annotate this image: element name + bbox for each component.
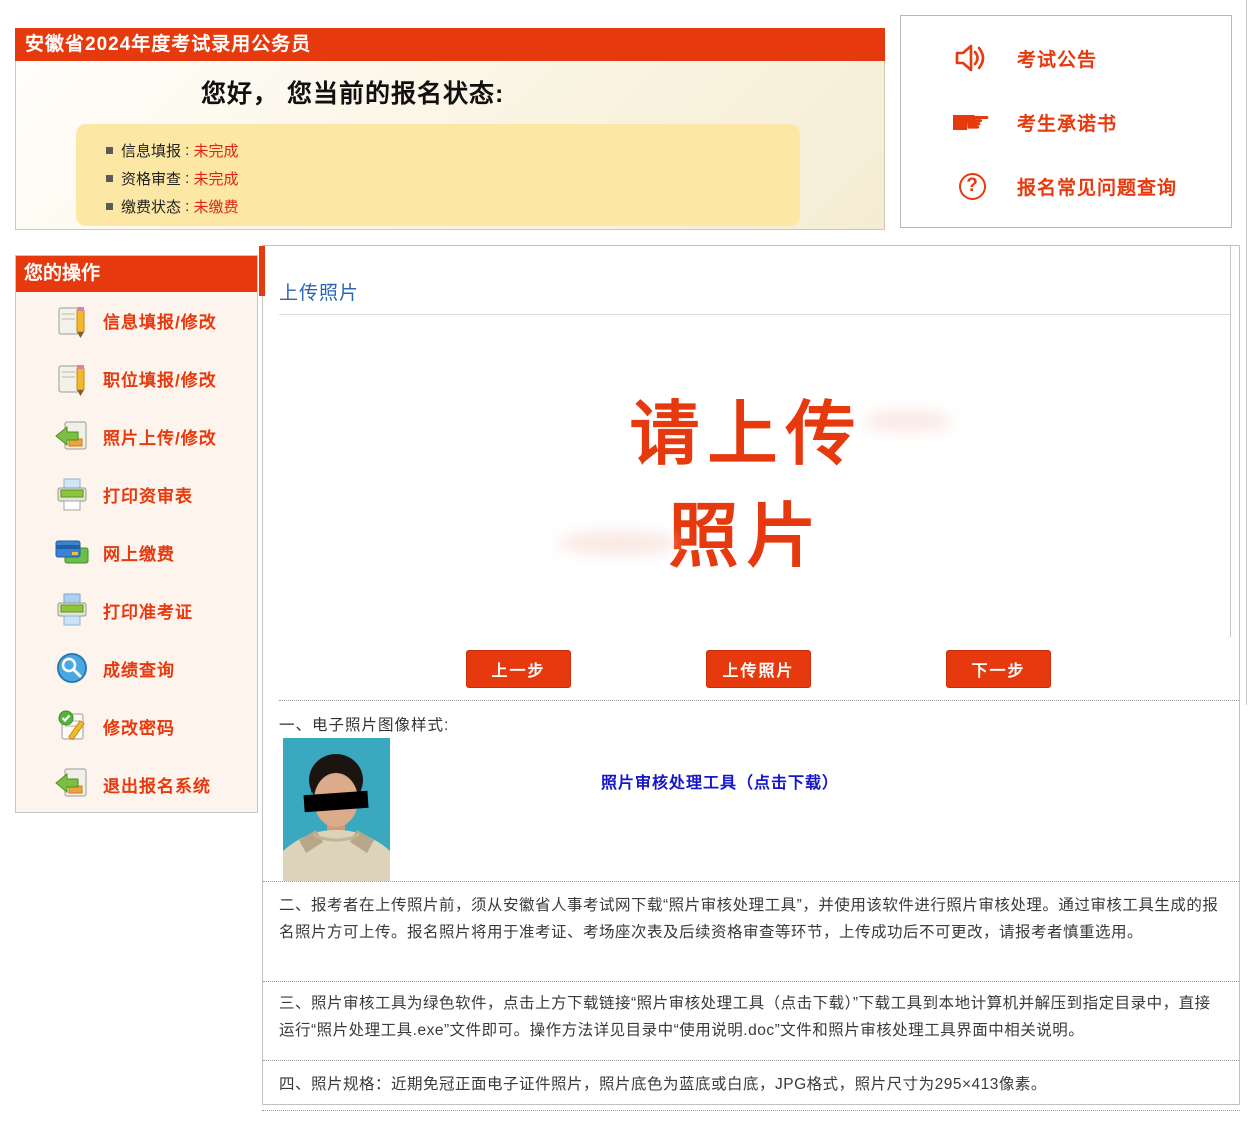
sidebar-item-print-review-form[interactable]: 打印资审表 (16, 466, 257, 524)
sidebar-item-label: 打印准考证 (103, 598, 193, 623)
upload-photo-main: 上传照片 请上传 照片 上一步 上传照片 下一步 一、电子照片图像样式: 照片 (262, 245, 1240, 1105)
instruction-paragraph-3: 三、照片审核工具为绿色软件，点击上方下载链接“照片审核处理工具（点击下载）”下载… (263, 982, 1239, 1061)
sidebar-item-print-admission-ticket[interactable]: 打印准考证 (16, 581, 257, 639)
photo-sample-section: 一、电子照片图像样式: 照片审核处理工具（点击下载） (263, 701, 1239, 882)
status-panel-body: 您好， 您当前的报名状态: 信息填报 : 未完成 资格审查 : 未完成 缴费状态… (15, 61, 885, 230)
quick-link-label: 考生承诺书 (1017, 109, 1117, 136)
page-right-edge (1246, 0, 1247, 705)
printer-icon (54, 592, 90, 628)
previous-step-button[interactable]: 上一步 (466, 650, 571, 688)
doc-arrow-icon (54, 419, 90, 455)
magnifier-icon (54, 650, 90, 686)
notepad-check-icon (54, 708, 90, 744)
sidebar-item-photo-upload[interactable]: 照片上传/修改 (16, 408, 257, 466)
sidebar-items: 信息填报/修改 职位填报/修改 照片上传/修改 (16, 292, 257, 813)
sidebar-item-label: 修改密码 (103, 714, 175, 739)
link-candidate-commitment[interactable]: ☛ 考生承诺书 (949, 108, 1231, 138)
status-separator: : (181, 142, 194, 159)
sidebar-item-label: 成绩查询 (103, 656, 175, 681)
link-exam-announcement[interactable]: 考试公告 (949, 43, 1231, 73)
photo-tool-download-link[interactable]: 照片审核处理工具（点击下载） (601, 769, 839, 793)
hand-glyph: ☛ (964, 108, 991, 138)
exam-title-bar: 安徽省2024年度考试录用公务员 (15, 28, 885, 61)
status-value: 未缴费 (194, 196, 239, 217)
jpeg-smudge (558, 530, 678, 556)
status-label: 信息填报 (121, 140, 181, 161)
sidebar-item-label: 打印资审表 (103, 482, 193, 507)
status-label: 资格审查 (121, 168, 181, 189)
status-row-payment: 缴费状态 : 未缴费 (106, 192, 800, 220)
bank-cards-icon (54, 535, 90, 571)
sidebar-header: 您的操作 (16, 256, 257, 292)
square-bullet-icon (106, 147, 113, 154)
status-separator: : (181, 170, 194, 187)
question-icon: ? (949, 173, 995, 200)
bottom-dotted-divider (262, 1110, 1240, 1111)
doc-arrow-icon (54, 766, 90, 802)
photo-placeholder-area: 请上传 照片 (263, 315, 1230, 637)
quick-links-panel: 考试公告 ☛ 考生承诺书 ? 报名常见问题查询 (900, 15, 1232, 228)
status-value: 未完成 (194, 140, 239, 161)
link-registration-faq[interactable]: ? 报名常见问题查询 (949, 173, 1231, 200)
status-value: 未完成 (194, 168, 239, 189)
sidebar-item-info-fill[interactable]: 信息填报/修改 (16, 292, 257, 350)
upload-photo-button[interactable]: 上传照片 (706, 650, 811, 688)
hand-pointer-icon: ☛ (949, 108, 995, 138)
speaker-icon (949, 43, 995, 73)
sidebar-item-label: 职位填报/修改 (103, 366, 217, 391)
status-label: 缴费状态 (121, 196, 181, 217)
sidebar-item-exit-system[interactable]: 退出报名系统 (16, 755, 257, 813)
sidebar-item-score-query[interactable]: 成绩查询 (16, 639, 257, 697)
sample-id-photo (283, 738, 390, 881)
status-row-qualification: 资格审查 : 未完成 (106, 164, 800, 192)
instruction-paragraph-4: 四、照片规格：近期免冠正面电子证件照片，照片底色为蓝底或白底，JPG格式，照片尺… (263, 1061, 1239, 1101)
quick-link-label: 考试公告 (1017, 45, 1097, 72)
status-separator: : (181, 198, 194, 215)
content-accent-bar (259, 246, 265, 296)
placeholder-text-line1: 请上传 (630, 383, 864, 485)
square-bullet-icon (106, 203, 113, 210)
upload-top-box: 上传照片 请上传 照片 (263, 246, 1231, 637)
printer-icon (54, 477, 90, 513)
page-title: 上传照片 (279, 283, 359, 304)
sidebar-item-label: 照片上传/修改 (103, 424, 217, 449)
placeholder-text-line2: 照片 (669, 485, 825, 587)
status-box: 信息填报 : 未完成 资格审查 : 未完成 缴费状态 : 未缴费 (76, 124, 800, 226)
instruction-paragraph-2: 二、报考者在上传照片前，须从安徽省人事考试网下载“照片审核处理工具”，并使用该软… (263, 882, 1239, 982)
operations-sidebar: 您的操作 信息填报/修改 职位填报/修改 (15, 255, 258, 813)
next-step-button[interactable]: 下一步 (946, 650, 1051, 688)
sidebar-item-label: 退出报名系统 (103, 772, 211, 797)
sidebar-item-online-payment[interactable]: 网上缴费 (16, 524, 257, 582)
square-bullet-icon (106, 175, 113, 182)
sidebar-item-label: 信息填报/修改 (103, 308, 217, 333)
status-row-info: 信息填报 : 未完成 (106, 136, 800, 164)
sidebar-item-change-password[interactable]: 修改密码 (16, 697, 257, 755)
section1-title: 一、电子照片图像样式: (279, 713, 1239, 735)
sidebar-item-label: 网上缴费 (103, 540, 175, 565)
doc-pencil-icon (54, 361, 90, 397)
wizard-buttons-row: 上一步 上传照片 下一步 (279, 637, 1239, 701)
title-row: 上传照片 (263, 246, 1230, 314)
sidebar-item-position-fill[interactable]: 职位填报/修改 (16, 350, 257, 408)
registration-status-panel: 安徽省2024年度考试录用公务员 您好， 您当前的报名状态: 信息填报 : 未完… (15, 28, 885, 230)
question-glyph: ? (959, 173, 986, 200)
doc-pencil-icon (54, 303, 90, 339)
greeting-text: 您好， 您当前的报名状态: (201, 74, 884, 110)
quick-link-label: 报名常见问题查询 (1017, 173, 1177, 200)
jpeg-smudge (863, 410, 953, 432)
